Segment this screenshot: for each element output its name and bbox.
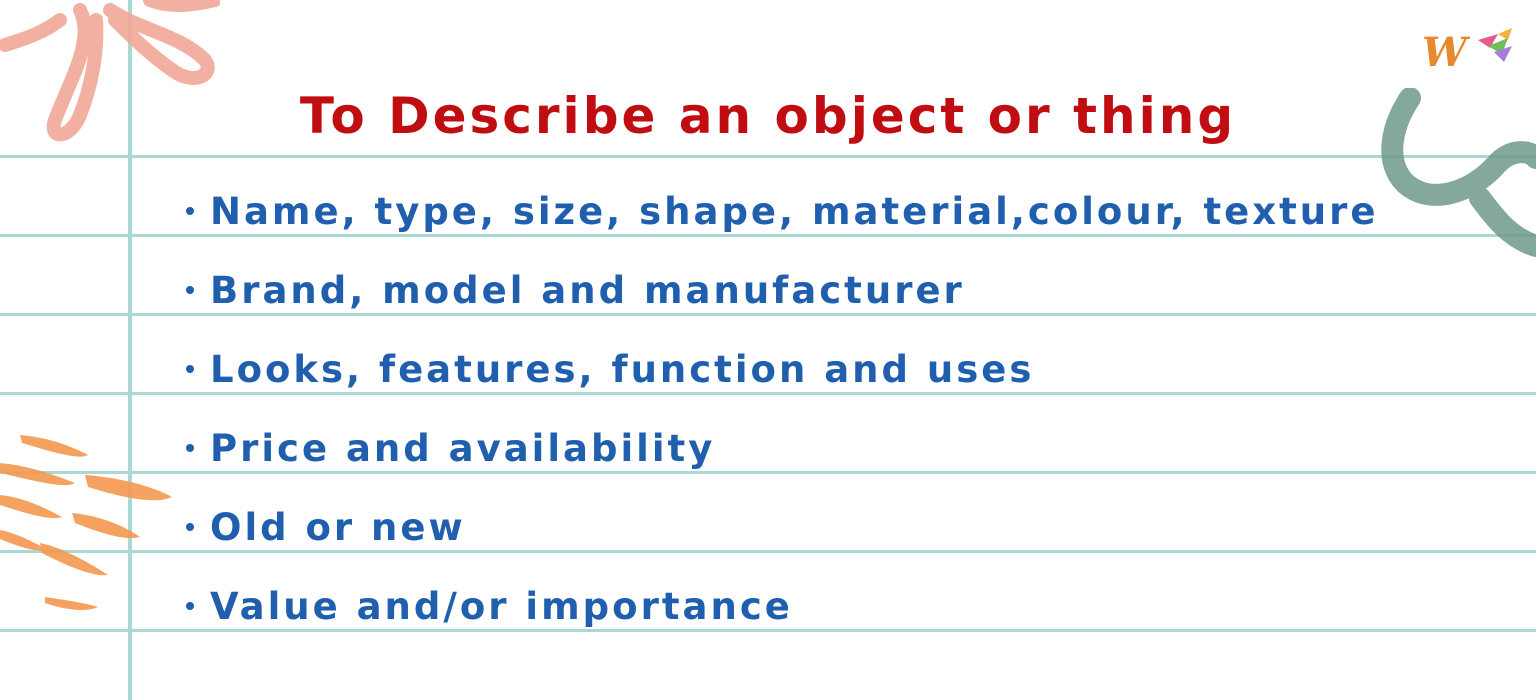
list-item-text: Value and/or importance — [210, 585, 793, 628]
list-item-text: Price and availability — [210, 427, 716, 470]
list-item-text: Looks, features, function and uses — [210, 348, 1035, 391]
list-item: Old or new — [186, 504, 466, 552]
list-item: Name, type, size, shape, material,colour… — [186, 188, 1378, 236]
orange-brush-strokes-decoration — [0, 435, 172, 610]
bullet-dot-icon — [186, 443, 194, 452]
notebook-page: W To Describe an object or thing Name, t… — [0, 0, 1536, 700]
bullet-dot-icon — [186, 206, 194, 215]
bullet-dot-icon — [186, 601, 194, 610]
w-logo-icon: W — [1422, 28, 1512, 76]
bullet-dot-icon — [186, 285, 194, 294]
list-item: Brand, model and manufacturer — [186, 267, 965, 315]
list-item-text: Old or new — [210, 506, 466, 549]
bullet-dot-icon — [186, 522, 194, 531]
list-item: Price and availability — [186, 425, 715, 473]
list-item-text: Name, type, size, shape, material,colour… — [210, 190, 1379, 233]
page-title: To Describe an object or thing — [299, 87, 1237, 145]
svg-text:W: W — [1422, 29, 1471, 76]
bullet-dot-icon — [186, 364, 194, 373]
list-item: Value and/or importance — [186, 583, 793, 631]
list-item-text: Brand, model and manufacturer — [210, 269, 965, 312]
list-item: Looks, features, function and uses — [186, 346, 1034, 394]
ruled-line — [0, 155, 1536, 158]
